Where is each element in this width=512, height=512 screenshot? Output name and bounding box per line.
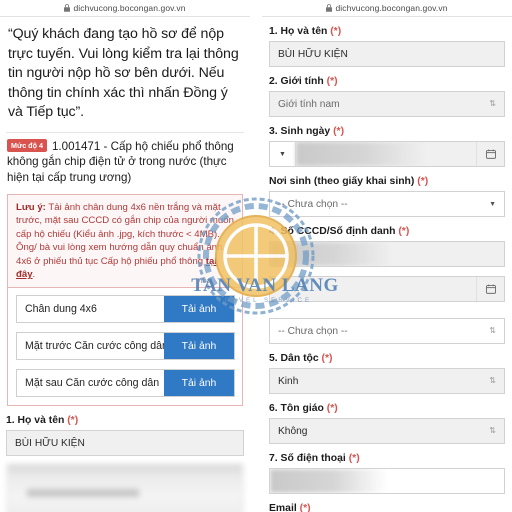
blurred-phone-value	[270, 469, 387, 493]
right-panel-form: 1. Họ và tên (*) BÙI HỮU KIỆN 2. Giới tí…	[262, 26, 512, 512]
instruction-quote: “Quý khách đang tạo hồ sơ để nộp trực tu…	[8, 26, 239, 120]
left-name-field-label: 1. Họ và tên (*)	[6, 415, 244, 426]
upload-label-id-back: Mặt sau Căn cước công dân	[25, 377, 160, 390]
upload-note-text: Lưu ý: Tải ảnh chân dung 4x6 nền trắng v…	[16, 201, 235, 281]
panel-divider-gap	[250, 0, 262, 512]
field-label-birthplace: Nơi sinh (theo giấy khai sinh) (*)	[269, 176, 505, 187]
required-marker: (*)	[330, 26, 342, 37]
lock-icon	[64, 4, 71, 12]
label-text-birthplace: Nơi sinh (theo giấy khai sinh)	[269, 176, 415, 187]
label-text-birthdate: 3. Sinh ngày	[269, 126, 331, 137]
browser-url-bar-left[interactable]: dichvucong.bocongan.gov.vn	[0, 0, 250, 17]
input-birthdate[interactable]: ▼	[269, 141, 505, 167]
birthdate-value-area[interactable]	[296, 142, 476, 166]
required-marker: (*)	[348, 453, 360, 464]
required-marker: (*)	[67, 415, 79, 427]
upload-row-portrait: Chân dung 4x6 Tải ảnh	[16, 295, 235, 324]
chevron-updown-icon: ⇅	[489, 326, 496, 335]
upload-note-box: Lưu ý: Tải ảnh chân dung 4x6 nền trắng v…	[7, 194, 243, 289]
blurred-page-preview	[7, 464, 243, 512]
field-label-phone: 7. Số điện thoại (*)	[269, 453, 505, 464]
field-label-gender: 2. Giới tính (*)	[269, 76, 505, 87]
field-label-email: Email (*)	[269, 503, 505, 512]
field-label-id-number: 4. Số CCCD/Số định danh (*)	[269, 226, 505, 237]
select-religion[interactable]: Không ⇅	[269, 418, 505, 444]
blurred-birthdate-value	[296, 142, 426, 166]
procedure-line: Mức độ 4 1.001471 - Cấp hộ chiếu phổ thôn…	[6, 138, 244, 186]
upload-button-id-back[interactable]: Tải ảnh	[164, 370, 234, 397]
left-name-label-text: 1. Họ và tên	[6, 415, 65, 427]
left-panel-body: “Quý khách đang tạo hồ sơ để nộp trực tu…	[0, 17, 250, 512]
upload-label-portrait: Chân dung 4x6	[25, 303, 97, 316]
select-id-issue-place[interactable]: -- Chưa chọn -- ⇅	[269, 318, 505, 344]
url-text-right: dichvucong.bocongan.gov.vn	[335, 3, 448, 13]
select-gender[interactable]: Giới tính nam ⇅	[269, 91, 505, 117]
upload-button-portrait[interactable]: Tải ảnh	[164, 296, 234, 323]
upload-button-id-front[interactable]: Tải ảnh	[164, 333, 234, 360]
url-text-left: dichvucong.bocongan.gov.vn	[73, 3, 186, 13]
service-level-badge: Mức độ 4	[7, 138, 47, 152]
required-marker: (*)	[299, 503, 311, 512]
field-label-religion: 6. Tôn giáo (*)	[269, 403, 505, 414]
field-label-ethnicity: 5. Dân tộc (*)	[269, 353, 505, 364]
label-text-fullname: 1. Họ và tên	[269, 26, 328, 37]
required-marker: (*)	[417, 176, 429, 187]
id-issue-date-value-area[interactable]	[270, 277, 476, 301]
calendar-icon[interactable]	[476, 277, 504, 301]
select-ethnicity[interactable]: Kinh ⇅	[269, 368, 505, 394]
note-prefix: Lưu ý:	[16, 202, 46, 213]
label-text-religion: 6. Tôn giáo	[269, 403, 324, 414]
input-fullname[interactable]: BÙI HỮU KIỆN	[269, 41, 505, 67]
required-marker: (*)	[333, 126, 345, 137]
blurred-id-number-value	[270, 242, 392, 266]
upload-rows-region: Chân dung 4x6 Tải ảnh Mặt trước Căn cước…	[7, 288, 243, 407]
lock-icon	[326, 4, 333, 12]
required-marker: (*)	[321, 353, 333, 364]
required-marker: (*)	[398, 226, 410, 237]
select-ethnicity-value: Kinh	[278, 375, 299, 387]
select-birthplace[interactable]: -- Chưa chọn -- ▼	[269, 191, 505, 217]
required-marker: (*)	[326, 76, 338, 87]
upload-row-id-back: Mặt sau Căn cước công dân Tải ảnh	[16, 369, 235, 398]
browser-url-bar-right[interactable]: dichvucong.bocongan.gov.vn	[262, 0, 512, 17]
divider	[6, 131, 244, 133]
input-id-number[interactable]	[269, 241, 505, 267]
label-text-id-number: 4. Số CCCD/Số định danh	[269, 226, 396, 237]
select-id-issue-place-value: -- Chưa chọn --	[278, 325, 348, 337]
label-text-ethnicity: 5. Dân tộc	[269, 353, 319, 364]
chevron-updown-icon: ⇅	[489, 376, 496, 385]
select-birthplace-value: -- Chưa chọn --	[278, 198, 348, 210]
label-text-gender: 2. Giới tính	[269, 76, 324, 87]
field-label-birthdate: 3. Sinh ngày (*)	[269, 126, 505, 137]
select-religion-value: Không	[278, 425, 308, 437]
chevron-down-icon[interactable]: ▼	[270, 142, 296, 166]
upload-label-id-front: Mặt trước Căn cước công dân	[25, 340, 164, 353]
label-text-email: Email	[269, 503, 297, 512]
label-text-phone: 7. Số điện thoại	[269, 453, 346, 464]
chevron-updown-icon: ⇅	[489, 99, 496, 108]
calendar-icon[interactable]	[476, 142, 504, 166]
upload-row-id-front: Mặt trước Căn cước công dân Tải ảnh	[16, 332, 235, 361]
left-name-input[interactable]: BÙI HỮU KIỆN	[6, 430, 244, 457]
note-suffix: .	[32, 269, 36, 281]
right-panel: dichvucong.bocongan.gov.vn 1. Họ và tên …	[262, 0, 512, 512]
input-phone[interactable]	[269, 468, 505, 494]
left-panel: dichvucong.bocongan.gov.vn “Quý khách đa…	[0, 0, 250, 512]
select-gender-value: Giới tính nam	[278, 98, 340, 110]
note-body: Tải ảnh chân dung 4x6 nền trắng và mặt t…	[16, 202, 234, 267]
chevron-updown-icon: ⇅	[489, 426, 496, 435]
dual-panel-screenshot: dichvucong.bocongan.gov.vn “Quý khách đa…	[0, 0, 512, 512]
chevron-down-icon: ▼	[489, 200, 496, 208]
input-id-issue-date[interactable]	[269, 276, 505, 302]
field-label-fullname: 1. Họ và tên (*)	[269, 26, 505, 37]
required-marker: (*)	[326, 403, 338, 414]
